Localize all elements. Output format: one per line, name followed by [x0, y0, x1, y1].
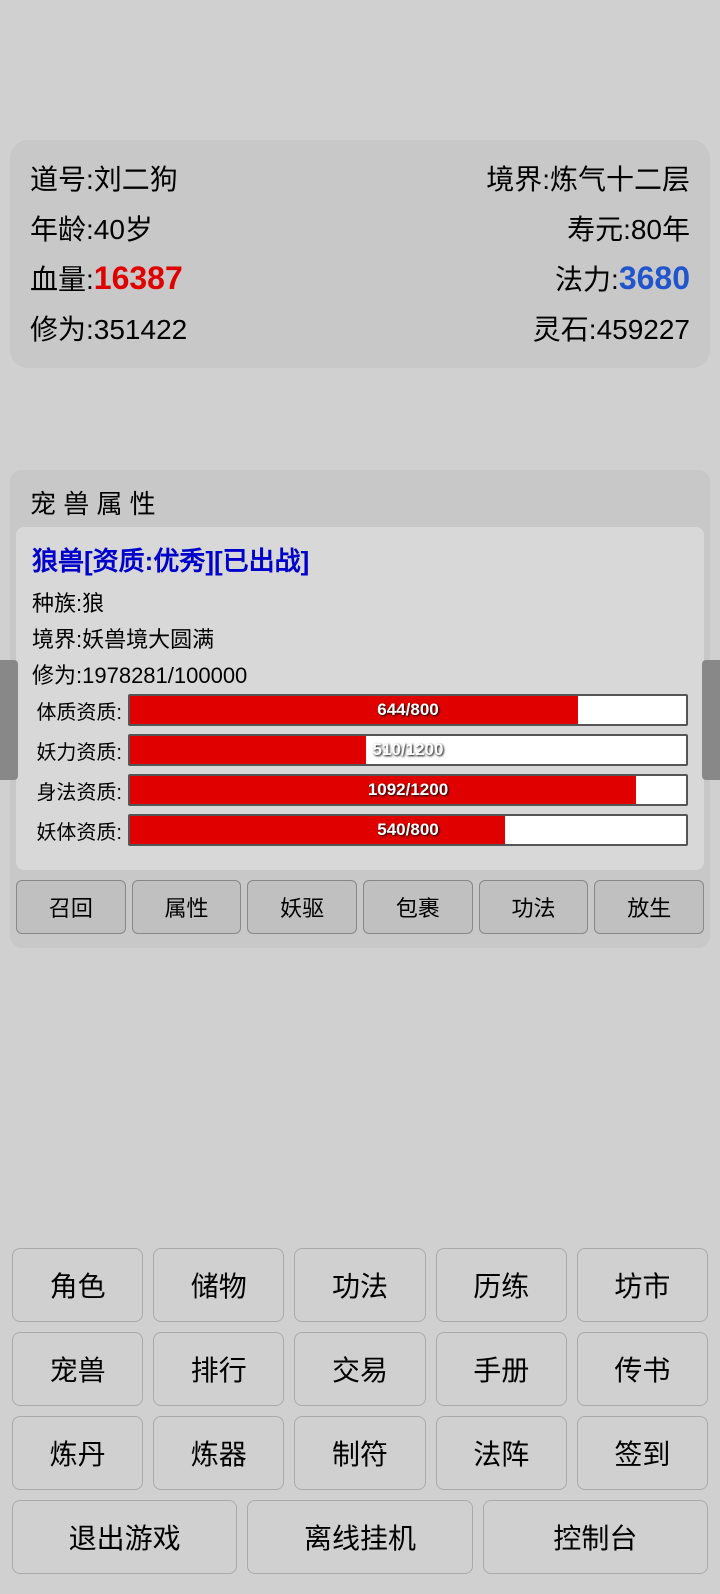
- right-side-indicator: [702, 660, 720, 780]
- xue-liang: 血量:16387: [30, 258, 183, 298]
- ling-shi: 灵石:459227: [533, 308, 690, 348]
- pet-bar-fill-1: [130, 736, 366, 764]
- grid-btn-手册[interactable]: 手册: [436, 1332, 567, 1406]
- grid-btn-功法[interactable]: 功法: [294, 1248, 425, 1322]
- pet-bar-text-3: 540/800: [377, 820, 438, 840]
- fa-li: 法力:3680: [555, 258, 690, 298]
- pet-bar-label-0: 体质资质:: [32, 696, 122, 725]
- grid-btn-排行[interactable]: 排行: [153, 1332, 284, 1406]
- grid-btn-交易[interactable]: 交易: [294, 1332, 425, 1406]
- pet-bar-row-1: 妖力资质: 510/1200: [32, 734, 688, 766]
- jing-jie: 境界:炼气十二层: [486, 158, 690, 198]
- pet-bar-outer-3: 540/800: [128, 814, 688, 846]
- status-row-cultivation: 修为:351422 灵石:459227: [30, 308, 690, 348]
- pet-bar-label-2: 身法资质:: [32, 776, 122, 805]
- pet-bar-label-3: 妖体资质:: [32, 816, 122, 845]
- pet-cultivation: 修为:1978281/100000: [32, 658, 688, 690]
- pet-action-btn-包裹[interactable]: 包裹: [363, 880, 473, 934]
- dao-hao: 道号:刘二狗: [30, 158, 178, 198]
- grid-btn-宠兽[interactable]: 宠兽: [12, 1332, 143, 1406]
- grid-row-0: 角色储物功法历练坊市: [12, 1248, 708, 1322]
- nian-ling: 年龄:40岁: [30, 208, 153, 248]
- pet-bar-fill-3: [130, 816, 505, 844]
- pet-action-btn-召回[interactable]: 召回: [16, 880, 126, 934]
- pet-title: 狼兽[资质:优秀][已出战]: [32, 541, 688, 578]
- xiu-wei: 修为:351422: [30, 308, 187, 348]
- left-side-indicator: [0, 660, 18, 780]
- pet-action-btn-放生[interactable]: 放生: [594, 880, 704, 934]
- grid-btn-炼器[interactable]: 炼器: [153, 1416, 284, 1490]
- pet-action-btn-属性[interactable]: 属性: [132, 880, 242, 934]
- pet-bar-row-3: 妖体资质: 540/800: [32, 814, 688, 846]
- pet-bar-outer-0: 644/800: [128, 694, 688, 726]
- pet-realm: 境界:妖兽境大圆满: [32, 622, 688, 654]
- pet-bar-text-2: 1092/1200: [368, 780, 448, 800]
- grid-btn-储物[interactable]: 储物: [153, 1248, 284, 1322]
- shou-yuan: 寿元:80年: [567, 208, 690, 248]
- pet-bar-row-2: 身法资质: 1092/1200: [32, 774, 688, 806]
- pet-action-btn-妖驱[interactable]: 妖驱: [247, 880, 357, 934]
- pet-species: 种族:狼: [32, 586, 688, 618]
- grid-row-1: 宠兽排行交易手册传书: [12, 1332, 708, 1406]
- pet-modal-body: 狼兽[资质:优秀][已出战] 种族:狼 境界:妖兽境大圆满 修为:1978281…: [16, 527, 704, 870]
- status-row-age: 年龄:40岁 寿元:80年: [30, 208, 690, 248]
- grid-row-3: 退出游戏离线挂机控制台: [12, 1500, 708, 1574]
- pet-bar-text-1: 510/1200: [373, 740, 444, 760]
- grid-btn-坊市[interactable]: 坊市: [577, 1248, 708, 1322]
- pet-bars-container: 体质资质: 644/800 妖力资质: 510/1200 身法资质: 1092/1200 妖…: [32, 694, 688, 846]
- pet-modal: 宠 兽 属 性 狼兽[资质:优秀][已出战] 种族:狼 境界:妖兽境大圆满 修为…: [10, 470, 710, 948]
- status-row-hp: 血量:16387 法力:3680: [30, 258, 690, 298]
- pet-bar-row-0: 体质资质: 644/800: [32, 694, 688, 726]
- pet-action-btn-功法[interactable]: 功法: [479, 880, 589, 934]
- pet-modal-header: 宠 兽 属 性: [10, 470, 710, 527]
- grid-btn-控制台[interactable]: 控制台: [483, 1500, 708, 1574]
- grid-row-2: 炼丹炼器制符法阵签到: [12, 1416, 708, 1490]
- pet-bar-text-0: 644/800: [377, 700, 438, 720]
- pet-actions: 召回属性妖驱包裹功法放生: [16, 880, 704, 934]
- pet-bar-outer-2: 1092/1200: [128, 774, 688, 806]
- main-grid: 角色储物功法历练坊市宠兽排行交易手册传书炼丹炼器制符法阵签到退出游戏离线挂机控制…: [0, 1238, 720, 1594]
- grid-btn-退出游戏[interactable]: 退出游戏: [12, 1500, 237, 1574]
- grid-btn-签到[interactable]: 签到: [577, 1416, 708, 1490]
- status-row-daohao: 道号:刘二狗 境界:炼气十二层: [30, 158, 690, 198]
- pet-bar-outer-1: 510/1200: [128, 734, 688, 766]
- grid-btn-历练[interactable]: 历练: [436, 1248, 567, 1322]
- grid-btn-离线挂机[interactable]: 离线挂机: [247, 1500, 472, 1574]
- grid-btn-炼丹[interactable]: 炼丹: [12, 1416, 143, 1490]
- grid-btn-角色[interactable]: 角色: [12, 1248, 143, 1322]
- status-card: 道号:刘二狗 境界:炼气十二层 年龄:40岁 寿元:80年 血量:16387 法…: [10, 140, 710, 368]
- pet-bar-fill-0: [130, 696, 578, 724]
- grid-btn-制符[interactable]: 制符: [294, 1416, 425, 1490]
- grid-btn-法阵[interactable]: 法阵: [436, 1416, 567, 1490]
- grid-btn-传书[interactable]: 传书: [577, 1332, 708, 1406]
- pet-bar-label-1: 妖力资质:: [32, 736, 122, 765]
